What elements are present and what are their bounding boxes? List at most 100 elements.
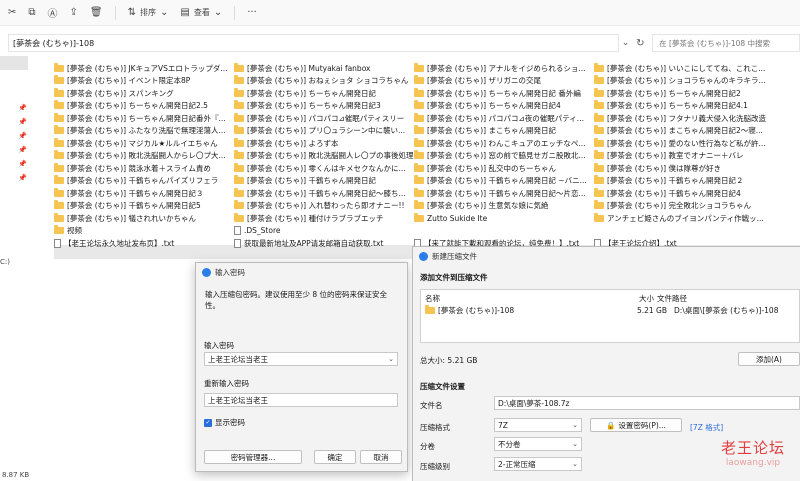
file-item[interactable]: [夢茶会 (むちゃ)] 敗北洗脳闘人レ〇プの事後処理 [234,150,414,163]
file-item[interactable]: [夢茶会 (むちゃ)] 千鶴ちゃん開発日記 ~バニ... [414,175,594,188]
file-item[interactable]: [夢茶会 (むちゃ)] プリ〇ュラシーン中に襲い... [234,125,414,138]
cancel-button[interactable]: 取消 [360,450,402,464]
search-input[interactable]: 在 [夢茶会 (むちゃ)]-108 中搜索 [652,34,800,52]
sort-button[interactable]: ⇅ 排序 ⌄ [128,7,169,18]
sidebar-drive-label[interactable]: C:) [0,258,10,266]
list-item[interactable]: [夢茶会 (むちゃ)]-108 5.21 GB D:\桌面\[夢茶会 (むちゃ)… [425,304,797,316]
level-select[interactable]: 2-正常压缩 ⌄ [494,457,582,471]
delete-icon[interactable]: 🗑 [90,7,103,18]
file-item[interactable]: [夢茶会 (むちゃ)] 窓の前で脇見せガニ股敗北... [414,150,594,163]
file-item[interactable]: [夢茶会 (むちゃ)] パコパコ⊿催眠パティスリー [234,112,414,125]
sidebar-selected-item[interactable] [0,56,28,70]
file-item[interactable]: [夢茶会 (むちゃ)] いいこにしててね、これこ... [594,62,794,75]
format-link[interactable]: [7Z 格式] [690,422,723,433]
file-item[interactable]: [夢茶会 (むちゃ)] ちーちゃん開発日記 番外編 [414,87,594,100]
file-item-label: [夢茶会 (むちゃ)] ちーちゃん開発日記 [247,88,376,98]
password-dialog: 输入密码 输入压缩包密码。建议使用至少 8 位的密码来保证安全性。 [195,262,408,472]
file-item[interactable]: [夢茶会 (むちゃ)] ちーちゃん開発日記2.5 [54,100,234,113]
file-item[interactable]: [夢茶会 (むちゃ)] 生意気な娘に気絶 [414,200,594,213]
file-item[interactable]: [夢茶会 (むちゃ)] ショコラちゃんのキラキラ... [594,75,794,88]
file-item[interactable]: [夢茶会 (むちゃ)] 愛のない性行為など私が許... [594,137,794,150]
file-item[interactable]: [夢茶会 (むちゃ)] 千鶴ちゃん開発日記２ [594,175,794,188]
name-column-header[interactable]: 名称 [425,293,440,304]
file-item[interactable]: [夢茶会 (むちゃ)] 千鶴ちゃん開発日記4 [594,187,794,200]
file-item[interactable]: [夢茶会 (むちゃ)] よろず本 [234,137,414,150]
cut-icon[interactable]: ✂ [8,7,16,18]
file-item[interactable]: [夢茶会 (むちゃ)] ザリガニの交尾 [414,75,594,88]
set-password-button[interactable]: 🔒 设置密码(P)... [590,418,682,432]
file-item[interactable]: [夢茶会 (むちゃ)] 乱交中のちーちゃん [414,162,594,175]
file-item[interactable]: [夢茶会 (むちゃ)] 千鶴ちゃんパイズリフェラ [54,175,234,188]
file-item[interactable]: [夢茶会 (むちゃ)] 種付けラブラブエッチ [234,212,414,225]
file-item-label: [夢茶会 (むちゃ)] まこちゃん開発日記 [427,126,556,136]
file-item[interactable]: [夢茶会 (むちゃ)] アナルをイジめられるショ... [414,62,594,75]
file-item[interactable]: [夢茶会 (むちゃ)] 零くんはキメセクなんかに... [234,162,414,175]
path-column-header[interactable]: 文件路径 [657,293,687,304]
file-item[interactable]: [夢茶会 (むちゃ)] 僕は隊尊が好き [594,162,794,175]
file-item[interactable]: アンチェビ姫さんのブイヨンパンティ作戦ッ... [594,212,794,225]
share-icon[interactable]: ⇪ [70,7,78,18]
copy-icon[interactable]: ⧉ [28,7,35,18]
view-button[interactable]: ▤ 查看 ⌄ [180,7,222,18]
file-item[interactable]: .DS_Store [234,225,414,238]
file-item[interactable]: 【老王论坛永久地址发布页】.txt [54,237,234,250]
format-select[interactable]: 7Z ⌄ [494,418,582,432]
file-item[interactable]: Zutto Sukide Ite [414,212,594,225]
file-item[interactable]: 视频 [54,225,234,238]
password-manager-button[interactable]: 密码管理器... [204,450,302,464]
file-item[interactable]: [夢茶会 (むちゃ)] 千鶴ちゃん開発日記～膝ち... [234,187,414,200]
file-item[interactable]: [夢茶会 (むちゃ)] まこちゃん開発日記2～寝... [594,125,794,138]
file-item[interactable]: [夢茶会 (むちゃ)] フタナリ義犬侵入化洗脳改造 [594,112,794,125]
file-item[interactable]: [夢茶会 (むちゃ)] ちーちゃん開発日記番外『... [54,112,234,125]
file-item[interactable]: [夢茶会 (むちゃ)] 千鶴ちゃん開発日記 [234,175,414,188]
file-item[interactable]: [夢茶会 (むちゃ)] JKキュアVSエロトラップダ... [54,62,234,75]
chevron-down-icon[interactable]: ⌄ [388,355,394,363]
add-button[interactable]: 添加(A) [738,352,800,366]
enter-password-field[interactable]: 上老王论坛当老王 ⌄ [204,352,398,366]
file-list[interactable]: 名称 大小 文件路径 [夢茶会 (むちゃ)]-108 5.21 GB D:\桌面… [420,289,800,343]
folder-icon [594,62,604,72]
file-item[interactable]: 获取最新地址及APP请发邮箱自动获取.txt [234,237,414,250]
file-item[interactable]: [夢茶会 (むちゃ)] 競泳水着＋スライム責め [54,162,234,175]
file-item[interactable]: [夢茶会 (むちゃ)] Mutyakai fanbox [234,62,414,75]
file-item[interactable]: [夢茶会 (むちゃ)] わんこキュアのエッチなペ... [414,137,594,150]
file-item-label: [夢茶会 (むちゃ)] 僕は隊尊が好き [607,163,721,173]
file-item[interactable]: [夢茶会 (むちゃ)] 千鶴ちゃん開発日記～片恋... [414,187,594,200]
rename-icon[interactable]: Ⓐ [48,5,58,20]
file-item[interactable]: [夢茶会 (むちゃ)] 千鶴ちゃん開発日記5 [54,200,234,213]
file-item[interactable]: [夢茶会 (むちゃ)] 犠されれいかちゃん [54,212,234,225]
file-item[interactable]: [夢茶会 (むちゃ)] ちーちゃん開発日記4.1 [594,100,794,113]
file-item[interactable]: [夢茶会 (むちゃ)] マジカル★ルルイエちゃん [54,137,234,150]
file-item[interactable]: [夢茶会 (むちゃ)] 千鶴ちゃん開発日記３ [54,187,234,200]
file-item[interactable]: [夢茶会 (むちゃ)] イベント限定本8P [54,75,234,88]
file-item[interactable]: [夢茶会 (むちゃ)] 教室でオナニー＋バレ [594,150,794,163]
show-password-checkbox[interactable]: ✓ 显示密码 [204,417,245,428]
ok-button[interactable]: 确定 [314,450,356,464]
file-item-label: [夢茶会 (むちゃ)] マジカル★ルルイエちゃん [67,138,218,148]
file-item[interactable]: [夢茶会 (むちゃ)] 敗北洗脳闘人からレ〇プ大... [54,150,234,163]
file-item[interactable]: [夢茶会 (むちゃ)] 完全敗北ショコラちゃん [594,200,794,213]
file-item[interactable]: [夢茶会 (むちゃ)] おねぇショタ ショコラちゃん [234,75,414,88]
file-item[interactable]: [夢茶会 (むちゃ)] ちーちゃん開発日記4 [414,100,594,113]
file-item-label: [夢茶会 (むちゃ)] 千鶴ちゃん開発日記 [247,176,376,186]
more-button[interactable]: ··· [247,7,257,18]
refresh-icon[interactable]: ↻ [632,38,648,49]
split-select[interactable]: 不分卷 ⌄ [494,437,582,451]
file-item[interactable]: [夢茶会 (むちゃ)] まこちゃん開発日記 [414,125,594,138]
filename-field[interactable]: D:\桌面\夢茶-108.7z [494,396,800,410]
folder-icon [414,187,424,197]
file-item[interactable]: [夢茶会 (むちゃ)] スパンキング [54,87,234,100]
file-item-label: Zutto Sukide Ite [427,213,488,223]
file-item-label: [夢茶会 (むちゃ)] 千鶴ちゃん開発日記～片恋... [427,188,586,198]
file-item[interactable]: [夢茶会 (むちゃ)] ちーちゃん開発日記3 [234,100,414,113]
size-column-header[interactable]: 大小 [639,293,654,304]
folder-icon [54,212,64,222]
reenter-password-field[interactable]: 上老王论坛当老王 [204,393,398,407]
file-item[interactable]: [夢茶会 (むちゃ)] パコパコ⊿夜の催眠パティ... [414,112,594,125]
file-item[interactable]: [夢茶会 (むちゃ)] ふたなり洗脳で無理淫蕩人... [54,125,234,138]
address-bar[interactable]: [夢茶会 (むちゃ)]-108 [8,34,619,52]
file-item[interactable]: [夢茶会 (むちゃ)] 入れ替わったら即オナニー!! [234,200,414,213]
file-item[interactable]: [夢茶会 (むちゃ)] ちーちゃん開発日記2 [594,87,794,100]
chevron-down-icon[interactable]: ⌄ [619,38,633,48]
file-item[interactable]: [夢茶会 (むちゃ)] ちーちゃん開発日記 [234,87,414,100]
